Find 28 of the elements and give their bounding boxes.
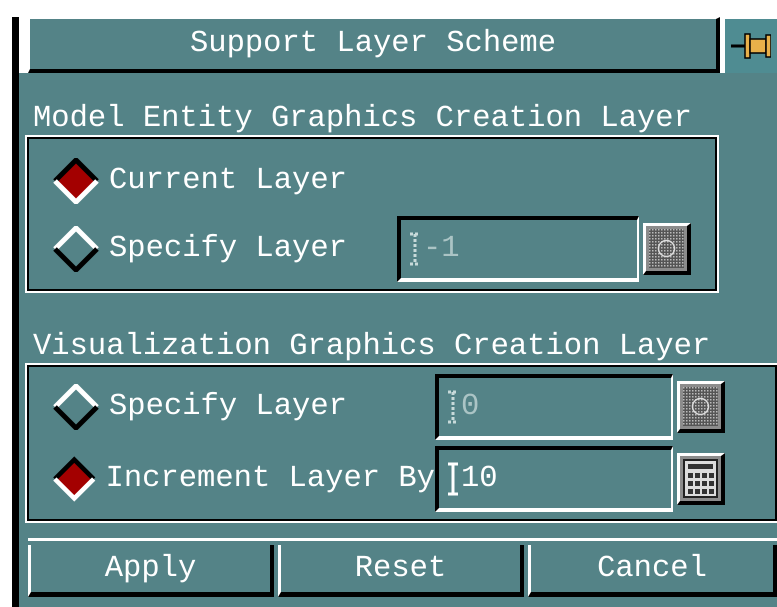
group-label: Model Entity Graphics Creation Layer	[32, 101, 693, 137]
pattern-button[interactable]	[643, 223, 691, 275]
group-label: Visualization Graphics Creation Layer	[32, 329, 712, 365]
text-cursor-icon	[447, 390, 459, 424]
pin-button[interactable]	[723, 17, 777, 73]
dotted-pattern-icon	[649, 229, 684, 268]
dialog-button[interactable]: Apply	[28, 545, 274, 597]
option-label: Specify Layer	[109, 232, 347, 266]
keypad-icon	[683, 459, 718, 498]
input-field[interactable]: 10	[435, 446, 673, 512]
option-label: Increment Layer By	[106, 462, 435, 496]
field-value: 0	[461, 390, 480, 424]
radio-button[interactable]	[53, 384, 99, 430]
option-label: Specify Layer	[109, 390, 347, 424]
window-title: Support Layer Scheme	[28, 17, 720, 73]
pattern-button[interactable]	[677, 381, 725, 433]
text-cursor-icon	[409, 232, 421, 266]
dotted-pattern-icon	[683, 387, 718, 426]
radio-button[interactable]	[53, 226, 99, 272]
field-value: -1	[423, 232, 460, 266]
text-cursor-icon	[447, 462, 459, 496]
keypad-button[interactable]	[677, 453, 725, 505]
field-value: 10	[461, 462, 498, 496]
dialog-button[interactable]: Reset	[278, 545, 524, 597]
option-label: Current Layer	[109, 164, 347, 198]
dialog-button[interactable]: Cancel	[528, 545, 777, 597]
radio-button[interactable]	[53, 456, 96, 502]
radio-button[interactable]	[53, 158, 99, 204]
